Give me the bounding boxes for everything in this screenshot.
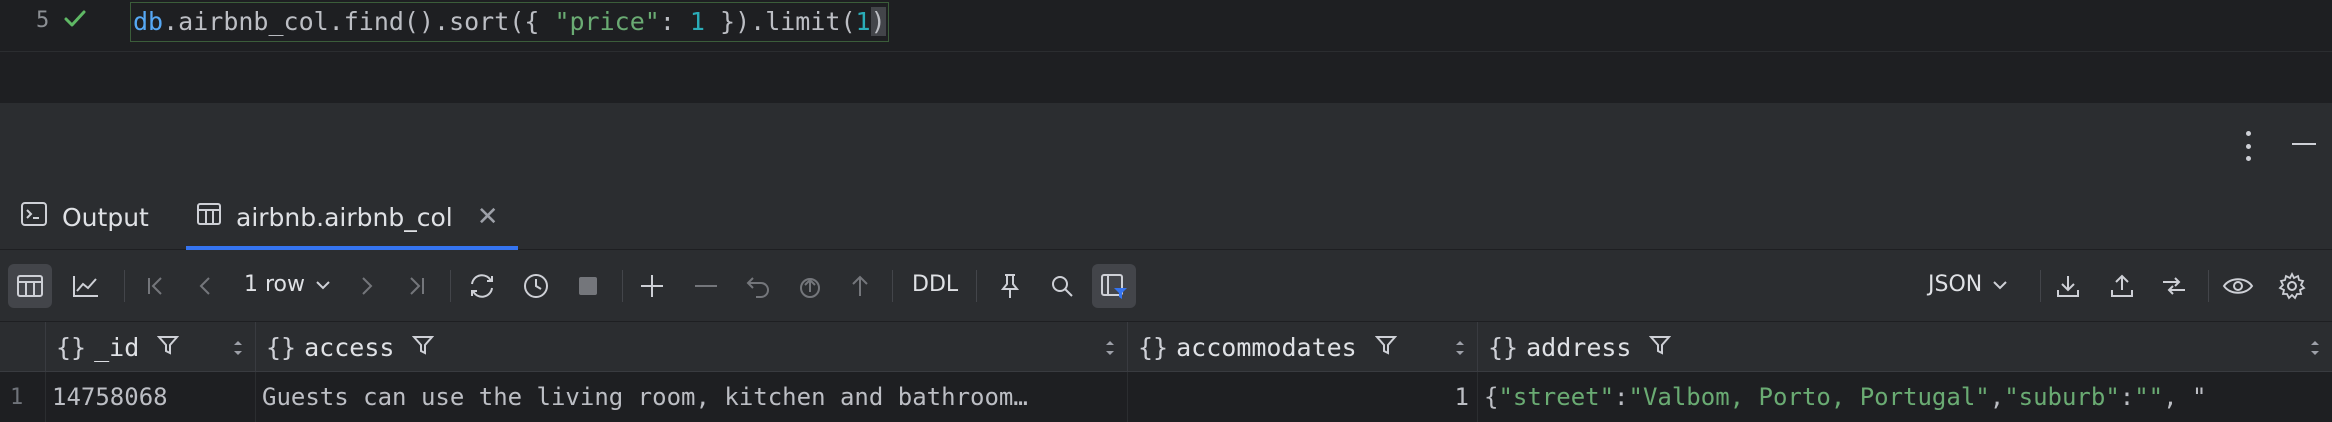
previous-page-icon[interactable]: [188, 268, 224, 304]
tool-window-header: [0, 102, 2332, 184]
address-key: "street": [1498, 383, 1615, 411]
result-tabs: Output airbnb.airbnb_col ✕: [0, 184, 2332, 250]
results-toolbar: 1 row DDL JSON: [0, 250, 2332, 322]
revert-icon[interactable]: [740, 268, 776, 304]
address-value: "": [2134, 383, 2164, 411]
view-icon[interactable]: [2220, 268, 2256, 304]
more-options-icon[interactable]: [2236, 131, 2260, 161]
ddl-button[interactable]: DDL: [912, 272, 958, 297]
refresh-icon[interactable]: [464, 268, 500, 304]
delete-row-icon[interactable]: [688, 268, 724, 304]
row-number-header: [0, 322, 46, 372]
export-icon[interactable]: [2050, 268, 2086, 304]
code-limit-arg: 1: [855, 7, 871, 36]
pin-icon[interactable]: [992, 268, 1028, 304]
table-row[interactable]: 1 14758068 Guests can use the living roo…: [0, 372, 2332, 422]
table-view-icon[interactable]: [8, 264, 52, 308]
minimize-icon[interactable]: [2292, 143, 2316, 145]
column-header-address[interactable]: {} address: [1478, 322, 2332, 372]
grid-header: {} _id {} access {} accommodates {} addr…: [0, 322, 2332, 372]
sort-icon[interactable]: [1103, 336, 1117, 365]
add-row-icon[interactable]: [634, 268, 670, 304]
chevron-down-icon: [1992, 272, 2008, 297]
toolbar-separator: [892, 270, 893, 302]
format-dropdown[interactable]: JSON: [1928, 272, 2008, 297]
toolbar-separator: [2208, 270, 2209, 302]
cell-id[interactable]: 14758068: [46, 372, 256, 422]
code-number: 1: [689, 7, 705, 36]
object-icon: {}: [266, 332, 297, 362]
tab-output-label: Output: [62, 202, 149, 232]
sort-icon[interactable]: [2308, 336, 2322, 365]
tab-collection-label: airbnb.airbnb_col: [236, 202, 453, 232]
object-icon: {}: [1138, 332, 1169, 362]
column-name: accommodates: [1176, 332, 1357, 362]
address-sep: ,: [1989, 383, 2005, 411]
toolbar-separator: [124, 270, 125, 302]
page-size-dropdown[interactable]: 1 row: [244, 272, 331, 297]
filter-icon[interactable]: [412, 333, 435, 362]
cell-access[interactable]: Guests can use the living room, kitchen …: [256, 372, 1128, 422]
tab-output[interactable]: Output: [20, 184, 149, 250]
column-name: _id: [94, 332, 140, 362]
ddl-label: DDL: [912, 272, 959, 297]
push-icon[interactable]: [842, 268, 878, 304]
close-tab-icon[interactable]: ✕: [477, 202, 499, 232]
first-page-icon[interactable]: [138, 268, 174, 304]
code-call: .airbnb_col.find().sort({: [163, 7, 555, 36]
toolbar-separator: [450, 270, 451, 302]
import-icon[interactable]: [2104, 268, 2140, 304]
code-end: ): [870, 7, 886, 36]
compare-icon[interactable]: [2156, 268, 2192, 304]
toolbar-separator: [2040, 270, 2041, 302]
chart-view-icon[interactable]: [68, 268, 104, 304]
settings-gear-icon[interactable]: [2274, 268, 2310, 304]
address-tail: , ": [2163, 383, 2207, 411]
toolbar-separator: [622, 270, 623, 302]
stop-icon[interactable]: [570, 268, 606, 304]
column-header-access[interactable]: {} access: [256, 322, 1128, 372]
line-number: 5: [36, 8, 50, 33]
address-value: "Valbom, Porto, Portugal": [1628, 383, 1990, 411]
last-page-icon[interactable]: [398, 268, 434, 304]
page-size-label: 1 row: [244, 272, 306, 297]
cell-address[interactable]: {"street": "Valbom, Porto, Portugal", "s…: [1478, 372, 2332, 422]
sort-icon[interactable]: [231, 336, 245, 365]
editor-blank-area: [0, 52, 2332, 102]
code-close: }).limit(: [704, 7, 856, 36]
toolbar-separator: [976, 270, 977, 302]
code-string: "price": [554, 7, 660, 36]
submit-icon[interactable]: [792, 268, 828, 304]
object-icon: {}: [1488, 332, 1519, 362]
column-header-accommodates[interactable]: {} accommodates: [1128, 322, 1478, 372]
tab-collection[interactable]: airbnb.airbnb_col ✕: [185, 184, 520, 250]
row-number: 1: [0, 372, 46, 422]
address-sep: :: [2119, 383, 2135, 411]
success-check-icon: [62, 6, 88, 32]
history-icon[interactable]: [518, 268, 554, 304]
format-label: JSON: [1928, 272, 1983, 297]
column-header-id[interactable]: {} _id: [46, 322, 256, 372]
address-brace: {: [1484, 383, 1499, 411]
filter-icon[interactable]: [1374, 333, 1397, 362]
table-icon: [196, 201, 222, 233]
chevron-down-icon: [315, 272, 331, 297]
code-line[interactable]: db.airbnb_col.find().sort({ "price": 1 }…: [130, 2, 889, 42]
sort-icon[interactable]: [1453, 336, 1467, 365]
console-icon: [20, 201, 48, 233]
filter-icon[interactable]: [1649, 333, 1672, 362]
filter-icon[interactable]: [157, 333, 180, 362]
address-sep: :: [1614, 383, 1629, 411]
next-page-icon[interactable]: [348, 268, 384, 304]
query-editor[interactable]: 5 db.airbnb_col.find().sort({ "price": 1…: [0, 0, 2332, 52]
cell-accommodates[interactable]: 1: [1128, 372, 1478, 422]
address-key: "suburb": [2004, 383, 2120, 411]
search-icon[interactable]: [1044, 268, 1080, 304]
column-name: access: [304, 332, 395, 362]
column-name: address: [1526, 332, 1632, 362]
code-colon: :: [659, 7, 690, 36]
code-db: db: [133, 7, 164, 36]
filter-panel-icon[interactable]: [1092, 264, 1136, 308]
object-id-icon: {}: [56, 332, 87, 362]
